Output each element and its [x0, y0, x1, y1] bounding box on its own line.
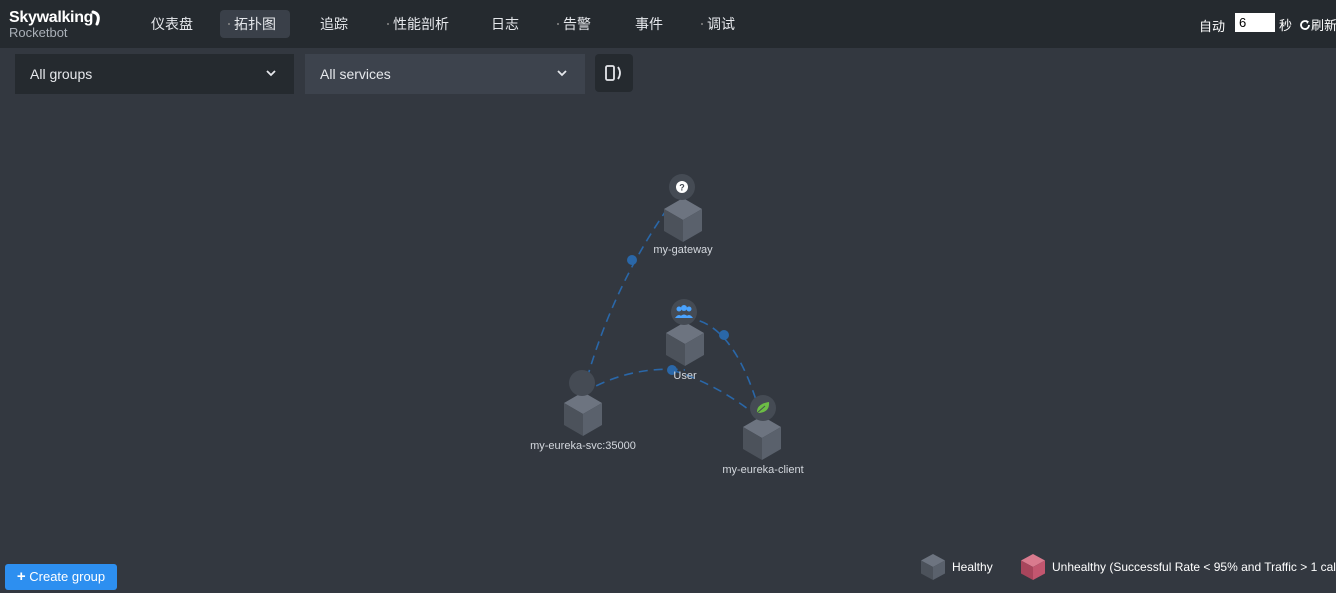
node-label-user[interactable]: User — [673, 370, 696, 382]
group-select-value: All groups — [30, 66, 93, 82]
seconds-unit-label: 秒 — [1279, 18, 1293, 33]
edge-user-to-eureka-client[interactable] — [684, 317, 763, 421]
nav-item-label: 拓扑图 — [234, 16, 276, 32]
plus-icon: + — [16, 568, 26, 585]
logo-title: Skywalking — [9, 9, 94, 26]
service-select-value: All services — [320, 66, 391, 82]
nav-item-logs[interactable]: 日志 — [477, 10, 533, 38]
refresh-icon — [1300, 20, 1310, 30]
nav-item-events[interactable]: 事件 — [621, 10, 677, 38]
unhealthy-cube-icon — [1021, 554, 1045, 580]
logo-subtitle: Rocketbot — [9, 25, 68, 40]
nav-item-debug[interactable]: 调试 — [693, 10, 749, 38]
logo-arc-icon — [91, 10, 100, 26]
nav-dot-icon — [387, 23, 389, 25]
chevron-down-icon — [557, 70, 567, 77]
node-label-my-eureka-client[interactable]: my-eureka-client — [722, 464, 803, 476]
nav-dot-icon — [557, 23, 559, 25]
legend-healthy: Healthy — [920, 553, 993, 581]
healthy-cube-icon — [921, 554, 945, 580]
nav-dot-icon — [228, 23, 230, 25]
node-user[interactable] — [666, 299, 704, 366]
nav-item-label: 调试 — [707, 16, 735, 32]
legend-unhealthy-label: Unhealthy (Successful Rate < 95% and Tra… — [1052, 560, 1336, 574]
refresh-interval-input[interactable] — [1235, 13, 1275, 32]
node-my-eureka-svc[interactable] — [564, 370, 602, 436]
group-select[interactable]: All groups — [15, 54, 294, 94]
legend-healthy-label: Healthy — [952, 560, 993, 574]
svg-text:?: ? — [679, 183, 685, 193]
service-select[interactable]: All services — [305, 54, 585, 94]
chevron-down-icon — [266, 70, 276, 77]
node-my-eureka-client[interactable] — [743, 395, 781, 460]
nav-item-label: 告警 — [563, 16, 591, 32]
nav-item-label: 追踪 — [320, 16, 348, 32]
nav-item-profiling[interactable]: 性能剖析 — [379, 10, 463, 38]
edge-eureka-svc-to-gateway[interactable] — [582, 204, 671, 394]
create-group-label: Create group — [29, 569, 106, 584]
refresh-button[interactable]: 刷新 — [1299, 15, 1336, 34]
layout-icon — [605, 65, 621, 81]
node-label-my-eureka-svc[interactable]: my-eureka-svc:35000 — [530, 440, 636, 452]
nav-item-alarm[interactable]: 告警 — [549, 10, 605, 38]
node-my-gateway[interactable]: ? — [664, 174, 702, 242]
top-navigation-bar: Skywalking Rocketbot 仪表盘 拓扑图 追踪 性能剖析 日志 … — [0, 0, 1336, 48]
nav-item-topology[interactable]: 拓扑图 — [220, 10, 290, 38]
nav-item-label: 性能剖析 — [393, 16, 449, 32]
spring-leaf-icon — [750, 395, 776, 421]
users-icon — [671, 299, 697, 325]
node-label-my-gateway[interactable]: my-gateway — [653, 244, 712, 256]
legend-unhealthy: Unhealthy (Successful Rate < 95% and Tra… — [1020, 553, 1336, 581]
nav-item-label: 日志 — [491, 16, 519, 32]
layout-toggle-button[interactable] — [595, 54, 633, 92]
blank-icon — [569, 370, 595, 396]
refresh-label: 刷新 — [1311, 18, 1336, 33]
edge-eureka-svc-to-user[interactable] — [582, 365, 686, 394]
question-icon — [669, 174, 695, 200]
nav-item-label: 事件 — [635, 16, 663, 32]
nav-item-dashboard[interactable]: 仪表盘 — [137, 10, 207, 38]
create-group-button[interactable]: + Create group — [5, 564, 117, 590]
nav-dot-icon — [701, 23, 703, 25]
nav-item-trace[interactable]: 追踪 — [306, 10, 362, 38]
skywalking-logo[interactable]: Skywalking Rocketbot — [9, 9, 100, 40]
nav-item-label: 仪表盘 — [151, 16, 193, 32]
auto-refresh-label[interactable]: 自动 — [1199, 16, 1225, 35]
